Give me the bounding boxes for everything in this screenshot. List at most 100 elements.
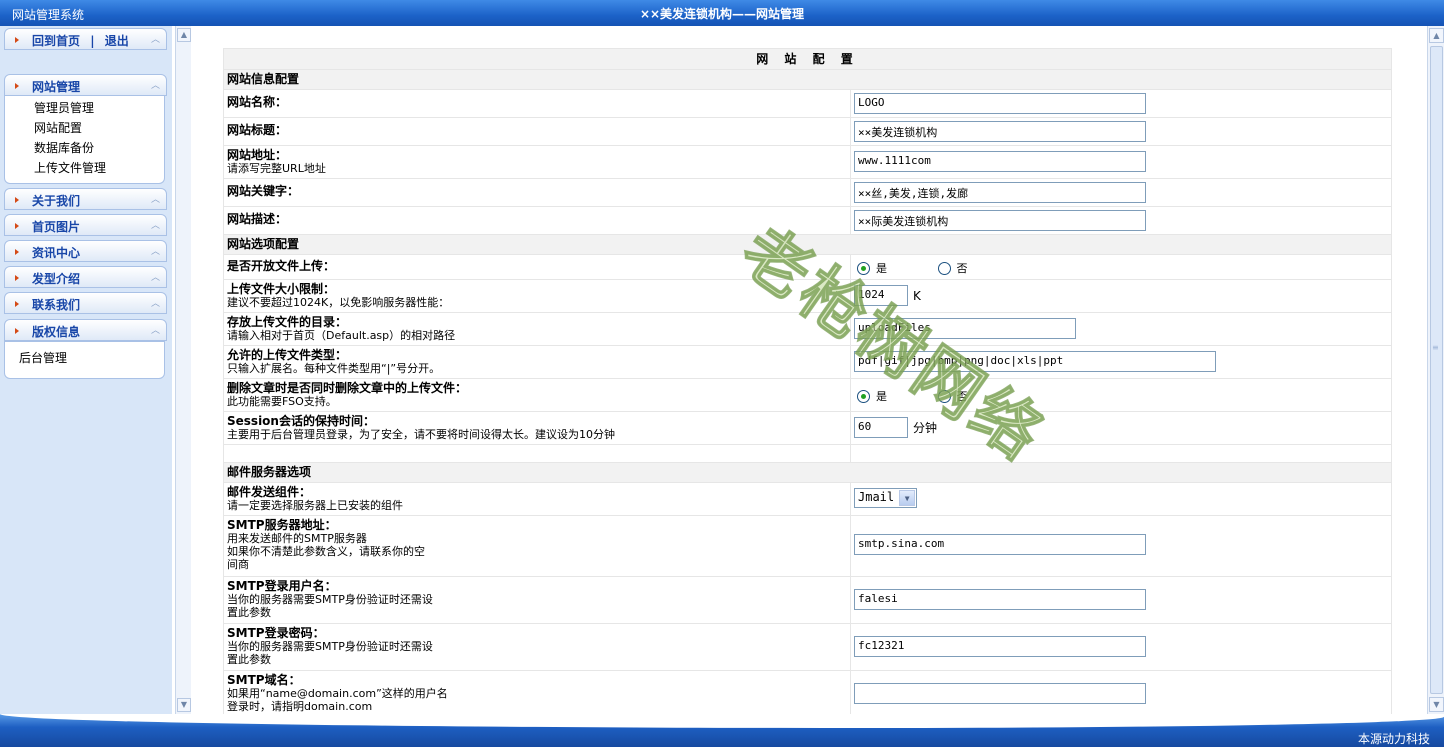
smtp-password-input[interactable]: fc12321	[854, 636, 1146, 657]
chevron-down-icon[interactable]: ▼	[899, 490, 916, 506]
session-time-label: Session会话的保持时间：	[227, 414, 375, 428]
submenu-item-db-backup[interactable]: 数据库备份	[34, 139, 94, 156]
upload-size-label: 上传文件大小限制：	[227, 282, 336, 296]
scroll-down-icon[interactable]: ▼	[1429, 697, 1444, 712]
sidebar-item-label: 版权信息	[32, 325, 81, 339]
bottom-bar: 本源动力科技	[0, 714, 1444, 747]
sidebar-item-label: 发型介绍	[32, 272, 81, 286]
sidebar-item-site-admin[interactable]: 网站管理 ︿	[4, 74, 167, 96]
sidebar-item-label: 网站管理	[32, 80, 81, 94]
upload-dir-label: 存放上传文件的目录：	[227, 315, 348, 329]
upload-dir-input[interactable]: uploadFiles	[854, 318, 1076, 339]
config-heading: 网 站 配 置	[223, 48, 1392, 70]
sidebar-item-home-images[interactable]: 首页图片 ︿	[4, 214, 167, 236]
site-title-input[interactable]: ××美发连锁机构	[854, 121, 1146, 142]
separator: |	[90, 34, 95, 48]
arrow-right-icon	[15, 223, 19, 229]
upload-size-input[interactable]: 1024	[854, 285, 908, 306]
smtp-password-hint: 置此参数	[227, 653, 271, 666]
upload-size-unit: K	[913, 288, 921, 303]
chevron-up-icon: ︿	[150, 195, 160, 205]
smtp-user-input[interactable]: falesi	[854, 589, 1146, 610]
sidebar-item-contact[interactable]: 联系我们 ︿	[4, 292, 167, 314]
site-title-label: 网站标题：	[227, 123, 288, 137]
radio-label-no: 否	[956, 390, 968, 403]
site-admin-submenu: 管理员管理 网站配置 数据库备份 上传文件管理	[4, 96, 165, 184]
smtp-password-hint: 当你的服务器需要SMTP身份验证时还需设	[227, 640, 433, 653]
arrow-right-icon	[15, 328, 19, 334]
upload-types-hint: 只输入扩展名。每种文件类型用“|”号分开。	[227, 362, 441, 375]
site-name-label: 网站名称：	[227, 95, 288, 109]
delete-files-hint: 此功能需要FSO支持。	[227, 395, 337, 408]
sidebar-item-hairstyles[interactable]: 发型介绍 ︿	[4, 266, 167, 288]
upload-types-label: 允许的上传文件类型：	[227, 348, 348, 362]
mail-component-hint: 请一定要选择服务器上已安装的组件	[227, 499, 403, 512]
upload-size-hint: 建议不要超过1024K，以免影响服务器性能：	[227, 296, 450, 309]
delete-files-yes-radio[interactable]	[857, 389, 870, 403]
arrow-right-icon	[15, 275, 19, 281]
sidebar-item-news[interactable]: 资讯中心 ︿	[4, 240, 167, 262]
smtp-user-label: SMTP登录用户名：	[227, 579, 337, 593]
chevron-up-icon: ︿	[150, 221, 160, 231]
radio-label-yes: 是	[876, 390, 887, 403]
submenu-item-admin-manage[interactable]: 管理员管理	[34, 99, 94, 116]
top-bar: 网站管理系统 ××美发连锁机构——网站管理	[0, 0, 1444, 26]
site-desc-label: 网站描述：	[227, 212, 288, 226]
sidebar-item-label: 资讯中心	[32, 246, 81, 260]
upload-open-yes-radio[interactable]	[857, 261, 870, 275]
site-keywords-label: 网站关键字：	[227, 184, 300, 198]
site-keywords-input[interactable]: ××丝,美发,连锁,发廊	[854, 182, 1146, 203]
smtp-domain-input[interactable]	[854, 683, 1146, 704]
mail-component-select[interactable]: Jmail ▼	[854, 488, 918, 508]
backend-admin-label: 后台管理	[19, 351, 68, 365]
site-url-input[interactable]: www.1111com	[854, 151, 1146, 172]
submenu-item-site-config[interactable]: 网站配置	[34, 119, 82, 136]
sidebar-item-label: 关于我们	[32, 194, 81, 208]
upload-open-no-radio[interactable]	[937, 261, 951, 275]
scroll-up-icon[interactable]: ▲	[177, 28, 191, 42]
radio-label-no: 否	[956, 262, 968, 275]
scroll-down-icon[interactable]: ▼	[177, 698, 191, 712]
section-mail-server: 邮件服务器选项	[223, 462, 1392, 483]
session-time-hint: 主要用于后台管理员登录，为了安全，请不要将时间设得太长。建议设为10分钟	[227, 428, 615, 441]
site-name-input[interactable]: LOGO	[854, 93, 1146, 114]
smtp-domain-label: SMTP域名：	[227, 673, 301, 687]
home-link[interactable]: 回到首页	[32, 34, 80, 48]
sidebar-item-about[interactable]: 关于我们 ︿	[4, 188, 167, 210]
smtp-server-input[interactable]: smtp.sina.com	[854, 534, 1146, 555]
chevron-up-icon: ︿	[150, 273, 160, 283]
delete-files-no-radio[interactable]	[937, 389, 951, 403]
chevron-up-icon[interactable]: ︿	[151, 78, 160, 91]
chevron-up-icon: ︿	[150, 326, 160, 336]
smtp-password-label: SMTP登录密码：	[227, 626, 325, 640]
delete-files-label: 删除文章时是否同时删除文章中的上传文件：	[227, 381, 468, 395]
smtp-server-hint: 用来发送邮件的SMTP服务器	[227, 532, 367, 545]
sidebar-top-panel: 回到首页 | 退出 ︿	[4, 28, 167, 50]
sidebar: 回到首页 | 退出 ︿ 网站管理 ︿ 管理员管理 网站配置 数据库备份 上传文件…	[0, 26, 172, 714]
sidebar-item-copyright[interactable]: 版权信息 ︿	[4, 319, 167, 341]
site-desc-input[interactable]: ××际美发连锁机构	[854, 210, 1146, 231]
site-url-label: 网站地址：	[227, 148, 288, 162]
arrow-right-icon	[15, 37, 19, 43]
scrollbar-thumb[interactable]	[1430, 46, 1443, 694]
scroll-up-icon[interactable]: ▲	[1429, 28, 1444, 43]
chevron-up-icon[interactable]: ︿	[151, 32, 160, 45]
smtp-server-hint: 如果你不清楚此参数含义，请联系你的空	[227, 545, 425, 558]
upload-dir-hint: 请输入相对于首页（Default.asp）的相对路径	[227, 329, 456, 342]
section-site-info: 网站信息配置	[223, 69, 1392, 90]
main-scrollbar[interactable]: ▲ ≡ ▼	[1427, 26, 1444, 714]
smtp-domain-hint: 如果用“name@domain.com”这样的用户名	[227, 687, 448, 700]
smtp-user-hint: 当你的服务器需要SMTP身份验证时还需设	[227, 593, 433, 606]
chevron-up-icon: ︿	[150, 299, 160, 309]
upload-types-input[interactable]: pdf|gif|jpg|bmp|png|doc|xls|ppt	[854, 351, 1216, 372]
session-time-unit: 分钟	[913, 421, 938, 435]
mail-component-label: 邮件发送组件：	[227, 485, 312, 499]
sidebar-scrollbar[interactable]: ▲ ▼	[175, 26, 191, 714]
upload-open-label: 是否开放文件上传：	[227, 259, 336, 273]
smtp-server-label: SMTP服务器地址：	[227, 518, 337, 532]
logout-link[interactable]: 退出	[105, 34, 129, 48]
chevron-up-icon: ︿	[150, 247, 160, 257]
copyright-text: 本源动力科技	[1357, 732, 1430, 746]
session-time-input[interactable]: 60	[854, 417, 908, 438]
submenu-item-upload-files[interactable]: 上传文件管理	[34, 159, 106, 176]
